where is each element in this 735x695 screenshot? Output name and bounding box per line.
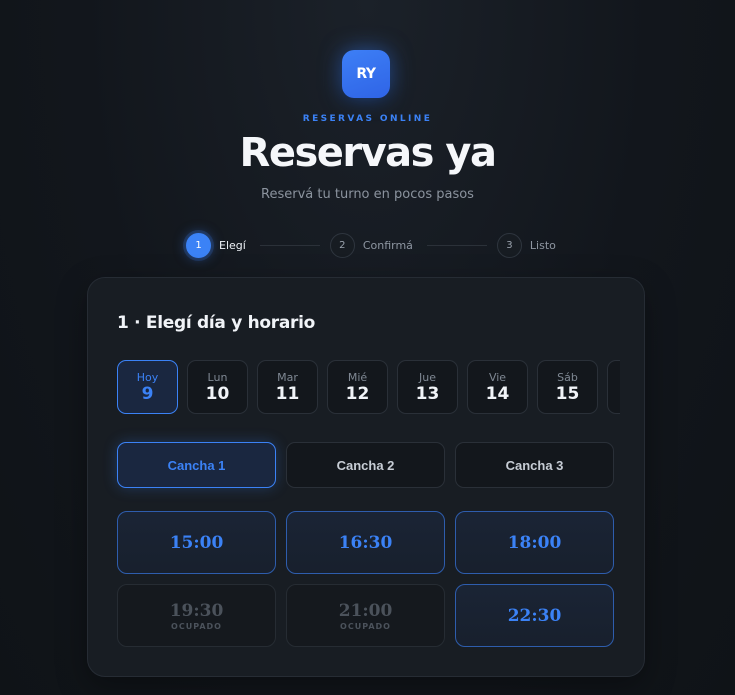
brand-logo: RY [342, 50, 390, 98]
day-option[interactable]: Jue 13 [397, 360, 458, 414]
step-3: 3 Listo [496, 232, 556, 258]
day-option[interactable]: Vie 14 [467, 360, 528, 414]
day-number: 13 [415, 383, 440, 404]
step-3-label: Listo [529, 238, 556, 252]
step-2: 2 Confirmá [329, 232, 413, 258]
slot-time: 18:00 [507, 532, 562, 553]
time-slot[interactable]: 22:30 [455, 584, 614, 647]
page-subtitle: Reservá tu turno en pocos pasos [261, 187, 474, 202]
time-slot-grid: 15:00 16:30 18:00 19:30 OCUPADO 21:00 OC… [117, 511, 615, 647]
day-number: 10 [205, 383, 230, 404]
slot-time: 19:30 [169, 600, 224, 621]
court-option-1[interactable]: Cancha 1 [117, 442, 276, 488]
day-name: Lun [207, 370, 228, 384]
step-1-number: 1 [186, 232, 211, 258]
day-option[interactable]: Sáb 15 [537, 360, 598, 414]
day-number: 12 [345, 383, 370, 404]
time-slot[interactable]: 18:00 [455, 511, 614, 574]
day-option[interactable]: Mar 11 [257, 360, 318, 414]
card-title: 1 · Elegí día y horario [117, 313, 316, 333]
booking-card: 1 · Elegí día y horario Hoy 9 Lun 10 Mar… [87, 277, 645, 677]
slot-status: OCUPADO [171, 621, 222, 631]
step-2-number: 2 [329, 232, 355, 258]
time-slot[interactable]: 15:00 [117, 511, 276, 574]
court-option-3[interactable]: Cancha 3 [455, 442, 614, 488]
step-2-label: Confirmá [362, 238, 413, 252]
slot-time: 15:00 [169, 532, 224, 553]
slot-time: 16:30 [338, 532, 393, 553]
day-number: 9 [141, 383, 154, 404]
day-number: 15 [555, 383, 580, 404]
day-name: Jue [419, 370, 436, 384]
day-selector: Hoy 9 Lun 10 Mar 11 Mié 12 Jue 13 Vie 14… [117, 360, 620, 416]
day-name: Hoy [136, 370, 159, 384]
time-slot[interactable]: 16:30 [286, 511, 445, 574]
page-title: Reservas ya [239, 130, 497, 176]
day-number: 11 [275, 383, 300, 404]
day-name: Mar [277, 370, 298, 384]
day-option[interactable]: Hoy 9 [117, 360, 178, 414]
step-connector [259, 244, 320, 246]
day-option-partial[interactable] [607, 360, 620, 414]
step-1-label: Elegí [219, 238, 246, 252]
slot-time: 21:00 [338, 600, 393, 621]
court-selector: Cancha 1 Cancha 2 Cancha 3 [117, 442, 614, 488]
time-slot-occupied: 21:00 OCUPADO [286, 584, 445, 647]
eyebrow-label: RESERVAS ONLINE [302, 114, 433, 124]
day-name: Vie [488, 370, 507, 384]
day-option[interactable]: Lun 10 [187, 360, 248, 414]
step-3-number: 3 [496, 232, 522, 258]
time-slot-occupied: 19:30 OCUPADO [117, 584, 276, 647]
day-option[interactable]: Mié 12 [327, 360, 388, 414]
day-name: Mié [347, 370, 368, 384]
step-1: 1 Elegí [186, 232, 246, 258]
day-number: 14 [485, 383, 510, 404]
court-option-2[interactable]: Cancha 2 [286, 442, 445, 488]
slot-time: 22:30 [507, 605, 562, 626]
step-indicator: 1 Elegí 2 Confirmá 3 Listo [186, 232, 556, 258]
step-connector [426, 244, 487, 246]
slot-status: OCUPADO [340, 621, 391, 631]
day-name: Sáb [557, 370, 578, 384]
